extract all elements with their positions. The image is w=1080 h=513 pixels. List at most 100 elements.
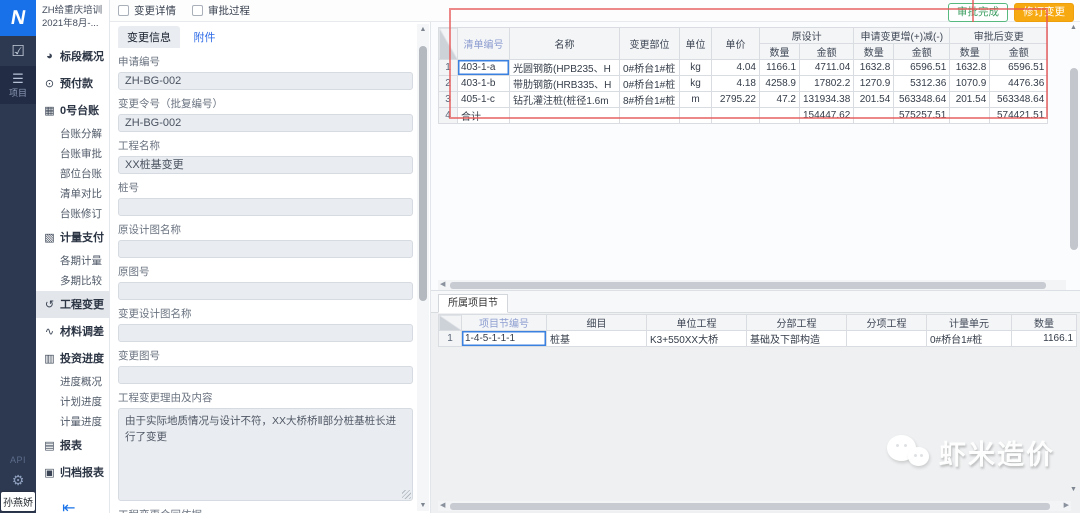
table-cell[interactable]: 桩基 (547, 331, 647, 347)
form-scrollbar[interactable]: ▲ ▼ (417, 24, 429, 511)
table-cell[interactable]: 基础及下部构造 (747, 331, 847, 347)
table-row[interactable]: 2403-1-b带肋钢筋(HRB335、H0#桥台1#桩kg4.184258.9… (439, 76, 1048, 92)
table-cell[interactable]: 4476.36 (990, 76, 1048, 92)
sidebar-item[interactable]: 台账审批 (36, 144, 109, 164)
table-cell[interactable]: 6596.51 (894, 60, 950, 76)
rail-item-project[interactable]: ☰ 项目 (0, 66, 36, 104)
table-cell[interactable]: 154447.62 (800, 108, 854, 124)
field-textarea[interactable]: 由于实际地质情况与设计不符，XX大桥桥Ⅱ部分桩基桩长进行了变更 (118, 408, 413, 501)
sidebar-item[interactable]: 多期比较 (36, 271, 109, 291)
table-cell[interactable]: m (680, 92, 712, 108)
table-cell[interactable]: kg (680, 76, 712, 92)
sidebar-item[interactable]: ▧计量支付 (36, 224, 109, 251)
table-row[interactable]: 1403-1-a光圆钢筋(HPB235、H0#桥台1#桩kg4.041166.1… (439, 60, 1048, 76)
table-cell[interactable]: 1632.8 (950, 60, 990, 76)
table-cell[interactable]: 1070.9 (950, 76, 990, 92)
resize-grip-icon[interactable] (402, 490, 411, 499)
table-cell[interactable] (712, 108, 760, 124)
table-cell[interactable]: 1632.8 (854, 60, 894, 76)
tab-attachments[interactable]: 附件 (184, 26, 224, 48)
field-input[interactable] (118, 366, 413, 384)
row-number[interactable]: 1 (439, 60, 458, 76)
table-cell[interactable]: 563348.64 (894, 92, 950, 108)
tab-project-node[interactable]: 所属项目节 (438, 294, 508, 313)
table-cell[interactable] (854, 108, 894, 124)
app-logo[interactable]: N (0, 0, 36, 36)
bottom-horizontal-scrollbar[interactable]: ◀ ▶ (438, 501, 1071, 511)
scroll-up-icon[interactable]: ▲ (417, 26, 429, 33)
project-node-table[interactable]: 项目节编号细目单位工程分部工程分项工程计量单元数量11-4-5-1-1-1桩基K… (438, 314, 1077, 347)
table-cell[interactable]: 403-1-a (458, 60, 510, 76)
table-cell[interactable]: 201.54 (854, 92, 894, 108)
column-header[interactable]: 单位 (680, 28, 712, 60)
table-row[interactable]: 4合计154447.62575257.51574421.51 (439, 108, 1048, 124)
sidebar-item[interactable]: ▣归档报表 (36, 459, 109, 486)
column-header[interactable]: 清单编号 (458, 28, 510, 60)
field-input[interactable] (118, 240, 413, 258)
tasks-check-icon[interactable]: ☑ (0, 42, 36, 60)
table-cell[interactable]: 2795.22 (712, 92, 760, 108)
table-cell[interactable] (620, 108, 680, 124)
table-cell[interactable]: 8#桥台1#桩 (620, 92, 680, 108)
revise-change-button[interactable]: 修订变更 (1014, 3, 1074, 22)
table-cell[interactable]: 131934.38 (800, 92, 854, 108)
settings-gear-icon[interactable]: ⚙ (0, 472, 36, 489)
table-row[interactable]: 3405-1-c钻孔灌注桩(桩径1.6m8#桥台1#桩m2795.2247.21… (439, 92, 1048, 108)
table-cell[interactable]: 1270.9 (854, 76, 894, 92)
table-cell[interactable] (847, 331, 927, 347)
table-cell[interactable]: 405-1-c (458, 92, 510, 108)
sidebar-item[interactable]: 各期计量 (36, 251, 109, 271)
table-cell[interactable]: 4258.9 (760, 76, 800, 92)
column-header[interactable]: 项目节编号 (462, 315, 547, 331)
checkbox-approval-process[interactable]: 审批过程 (192, 3, 250, 18)
tab-change-info[interactable]: 变更信息 (118, 26, 180, 48)
sidebar-item[interactable]: 进度概况 (36, 372, 109, 392)
table-horizontal-scrollbar[interactable]: ◀ (438, 280, 1066, 290)
column-header[interactable]: 单价 (712, 28, 760, 60)
table-cell[interactable]: 6596.51 (990, 60, 1048, 76)
scroll-left-icon[interactable]: ◀ (440, 280, 445, 290)
user-name-badge[interactable]: 孙燕娇 (1, 492, 35, 511)
column-header[interactable]: 变更部位 (620, 28, 680, 60)
scrollbar-thumb[interactable] (450, 282, 1046, 289)
column-header[interactable]: 分部工程 (747, 315, 847, 331)
change-items-table[interactable]: 清单编号名称变更部位单位单价原设计申请变更增(+)减(-)审批后变更数量金额数量… (438, 27, 1048, 124)
table-cell[interactable]: 钻孔灌注桩(桩径1.6m (510, 92, 620, 108)
table-cell[interactable]: 1-4-5-1-1-1 (462, 331, 547, 347)
scrollbar-thumb[interactable] (419, 46, 427, 301)
column-header[interactable]: 计量单元 (927, 315, 1012, 331)
checkbox-change-detail[interactable]: 变更详情 (118, 3, 176, 18)
field-input[interactable]: XX桩基变更 (118, 156, 413, 174)
table-cell[interactable]: 0#桥台1#桩 (620, 60, 680, 76)
scroll-right-icon[interactable]: ▶ (1064, 501, 1069, 511)
scrollbar-thumb[interactable] (450, 503, 1050, 510)
row-number[interactable]: 3 (439, 92, 458, 108)
row-number[interactable]: 1 (439, 331, 462, 347)
approval-complete-button[interactable]: 审批完成 (948, 3, 1008, 22)
scroll-down-icon[interactable]: ▼ (1068, 486, 1079, 493)
table-cell[interactable]: 575257.51 (894, 108, 950, 124)
sidebar-item[interactable]: ▤报表 (36, 432, 109, 459)
sidebar-item[interactable]: ◕标段概况 (36, 43, 109, 70)
field-input[interactable]: ZH-BG-002 (118, 72, 413, 90)
checkbox-icon[interactable] (192, 5, 203, 16)
table-cell[interactable]: 17802.2 (800, 76, 854, 92)
collapse-sidebar-icon[interactable]: ⇤ (62, 498, 109, 513)
table-cell[interactable]: K3+550XX大桥 (647, 331, 747, 347)
table-cell[interactable] (760, 108, 800, 124)
table-vertical-scrollbar[interactable]: ▲ (1068, 24, 1079, 277)
column-header[interactable]: 数量 (1012, 315, 1077, 331)
table-cell[interactable]: 0#桥台1#桩 (620, 76, 680, 92)
table-cell[interactable]: 4711.04 (800, 60, 854, 76)
sidebar-item[interactable]: ▦0号台账 (36, 97, 109, 124)
table-cell[interactable] (680, 108, 712, 124)
sidebar-item[interactable]: 台账分解 (36, 124, 109, 144)
table-cell[interactable]: 光圆钢筋(HPB235、H (510, 60, 620, 76)
scroll-up-icon[interactable]: ▲ (1068, 24, 1079, 31)
table-cell[interactable]: 带肋钢筋(HRB335、H (510, 76, 620, 92)
api-label[interactable]: API (0, 455, 36, 465)
table-cell[interactable]: 0#桥台1#桩 (927, 331, 1012, 347)
field-input[interactable] (118, 324, 413, 342)
sidebar-item[interactable]: ↺工程变更 (36, 291, 109, 318)
column-header[interactable]: 名称 (510, 28, 620, 60)
